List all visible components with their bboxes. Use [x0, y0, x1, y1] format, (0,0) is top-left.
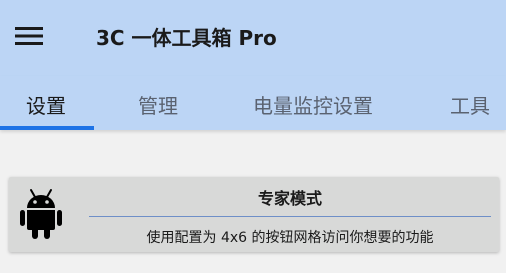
card-divider [89, 216, 491, 217]
app-title: 3C 一体工具箱 Pro [96, 26, 277, 50]
app-bar: 3C 一体工具箱 Pro [0, 0, 506, 76]
app-root: 3C 一体工具箱 Pro 设置 管理 电量监控设置 工具 专家模式 使用配置为 … [0, 0, 506, 273]
tab-battery-monitor-settings[interactable]: 电量监控设置 [253, 90, 373, 119]
tab-bar: 设置 管理 电量监控设置 工具 [0, 76, 506, 130]
tab-manage[interactable]: 管理 [138, 90, 178, 119]
tab-tools[interactable]: 工具 [450, 90, 490, 119]
android-icon [20, 188, 62, 240]
tab-selected-indicator [0, 126, 94, 130]
menu-icon[interactable] [14, 24, 44, 48]
tab-settings[interactable]: 设置 [26, 90, 66, 119]
expert-mode-card[interactable]: 专家模式 使用配置为 4x6 的按钮网格访问你想要的功能 [9, 177, 499, 252]
card-description: 使用配置为 4x6 的按钮网格访问你想要的功能 [146, 230, 434, 246]
card-title: 专家模式 [257, 189, 322, 208]
